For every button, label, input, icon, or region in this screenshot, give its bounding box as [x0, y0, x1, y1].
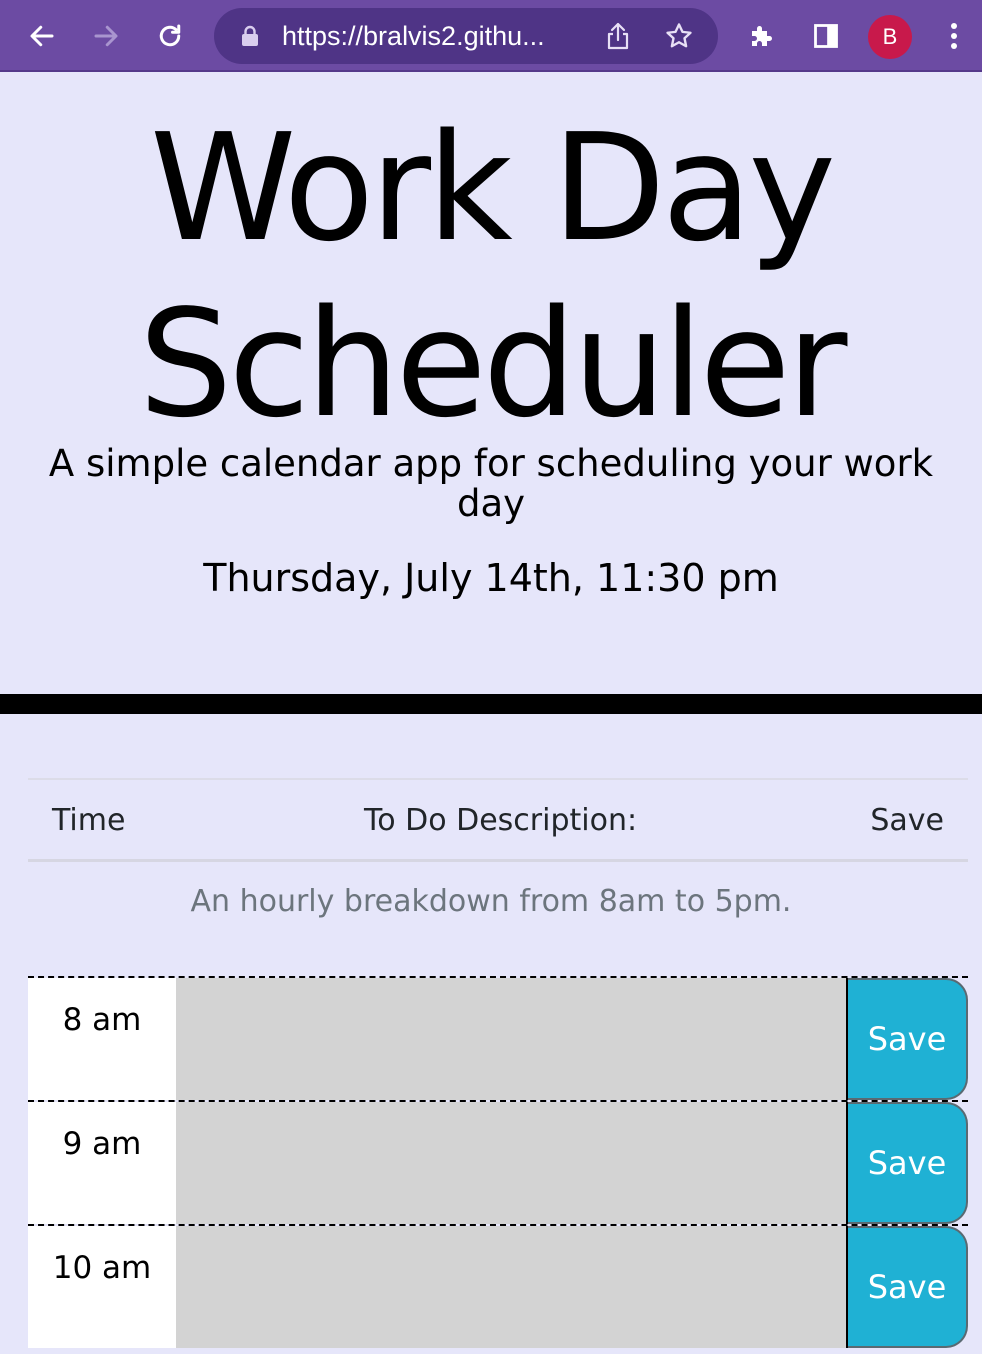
profile-avatar[interactable]: B: [868, 15, 912, 59]
back-arrow-icon[interactable]: [20, 14, 64, 58]
address-bar[interactable]: https://bralvis2.githu...: [214, 8, 718, 64]
page-header: Work Day Scheduler A simple calendar app…: [0, 74, 982, 694]
hour-label: 10 am: [28, 1226, 176, 1348]
column-time: Time: [52, 803, 126, 838]
share-icon[interactable]: [604, 21, 632, 55]
save-button[interactable]: Save: [848, 1226, 968, 1348]
star-icon[interactable]: [664, 21, 694, 55]
kebab-menu-icon[interactable]: [932, 14, 976, 58]
column-save: Save: [870, 803, 944, 838]
table-caption: An hourly breakdown from 8am to 5pm.: [190, 884, 792, 919]
time-block-9am: 9 am Save: [28, 1100, 968, 1224]
page-title: Work Day Scheduler: [138, 102, 848, 450]
extensions-icon[interactable]: [740, 14, 784, 58]
description-input[interactable]: [176, 1226, 848, 1348]
description-input[interactable]: [176, 1102, 848, 1224]
hour-label: 8 am: [28, 978, 176, 1100]
reload-icon[interactable]: [148, 14, 192, 58]
time-block-8am: 8 am Save: [28, 976, 968, 1100]
description-input[interactable]: [176, 978, 848, 1100]
hour-label: 9 am: [28, 1102, 176, 1224]
header-divider: [0, 694, 982, 714]
url-text[interactable]: https://bralvis2.githu...: [282, 8, 582, 64]
forward-arrow-icon[interactable]: [84, 14, 128, 58]
table-header: Time To Do Description: Save: [28, 778, 968, 862]
time-block-10am: 10 am Save: [28, 1224, 968, 1348]
save-button[interactable]: Save: [848, 978, 968, 1100]
browser-toolbar: https://bralvis2.githu... B: [0, 0, 982, 72]
column-description: To Do Description:: [364, 803, 638, 838]
current-day: Thursday, July 14th, 11:30 pm: [203, 556, 779, 600]
side-panel-icon[interactable]: [804, 14, 848, 58]
lock-icon[interactable]: [240, 25, 260, 51]
save-button[interactable]: Save: [848, 1102, 968, 1224]
page-subtitle: A simple calendar app for scheduling you…: [48, 442, 934, 525]
